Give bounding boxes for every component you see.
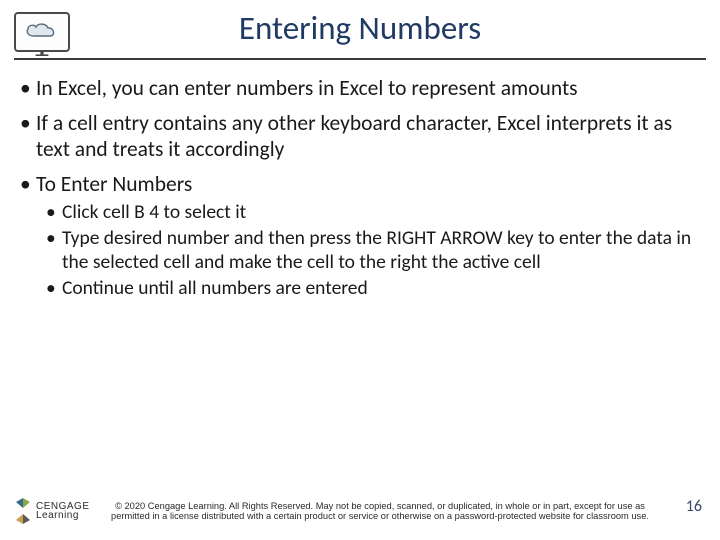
slide-body: • In Excel, you can enter numbers in Exc… bbox=[20, 76, 700, 309]
slide-footer: CENGAGE Learning © 2020 Cengage Learning… bbox=[0, 476, 720, 530]
bullet-item: • If a cell entry contains any other key… bbox=[20, 111, 700, 162]
bullet-marker: • bbox=[46, 277, 62, 301]
slide-title: Entering Numbers bbox=[0, 0, 720, 48]
bullet-text: If a cell entry contains any other keybo… bbox=[36, 111, 700, 162]
bullet-text: To Enter Numbers bbox=[36, 172, 192, 197]
copyright-text: © 2020 Cengage Learning. All Rights Rese… bbox=[110, 501, 650, 522]
bullet-marker: • bbox=[46, 227, 62, 275]
title-underline bbox=[14, 58, 706, 60]
slide: Entering Numbers • In Excel, you can ent… bbox=[0, 0, 720, 540]
bullet-marker: • bbox=[20, 172, 36, 197]
sub-bullet-item: • Click cell B 4 to select it bbox=[46, 201, 700, 225]
sub-bullet-item: • Type desired number and then press the… bbox=[46, 227, 700, 275]
bullet-marker: • bbox=[20, 111, 36, 162]
bullet-item: • In Excel, you can enter numbers in Exc… bbox=[20, 76, 700, 101]
cengage-logo-mark-icon bbox=[14, 498, 32, 524]
cengage-logo: CENGAGE Learning bbox=[14, 498, 90, 524]
sub-bullet-item: • Continue until all numbers are entered bbox=[46, 277, 700, 301]
cengage-logo-text: CENGAGE Learning bbox=[36, 502, 90, 520]
sub-bullet-text: Type desired number and then press the R… bbox=[62, 227, 700, 275]
bullet-marker: • bbox=[20, 76, 36, 101]
logo-line2: Learning bbox=[36, 511, 90, 520]
bullet-text: In Excel, you can enter numbers in Excel… bbox=[36, 76, 578, 101]
bullet-marker: • bbox=[46, 201, 62, 225]
page-number: 16 bbox=[686, 497, 702, 516]
sub-bullet-text: Continue until all numbers are entered bbox=[62, 277, 368, 301]
bullet-item: • To Enter Numbers bbox=[20, 172, 700, 197]
sub-bullet-group: • Click cell B 4 to select it • Type des… bbox=[20, 201, 700, 300]
sub-bullet-text: Click cell B 4 to select it bbox=[62, 201, 246, 225]
